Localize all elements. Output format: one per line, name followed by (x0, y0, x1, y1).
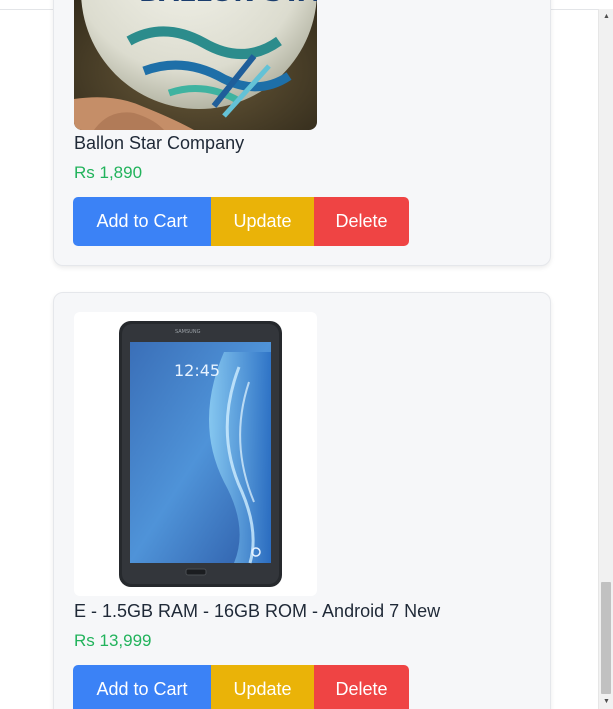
product-price: Rs 13,999 (74, 631, 152, 650)
product-image-football[interactable]: BALLON STAR (74, 0, 317, 130)
product-card: BALLON STAR Ballon Star Company Rs 1,890… (53, 0, 551, 266)
product-list-viewport: BALLON STAR Ballon Star Company Rs 1,890… (0, 0, 613, 709)
delete-button[interactable]: Delete (314, 665, 409, 709)
triangle-up-icon[interactable]: ▲ (599, 9, 613, 24)
product-actions: Add to Cart Update Delete (73, 665, 409, 709)
triangle-down-icon[interactable]: ▼ (599, 694, 613, 709)
delete-button[interactable]: Delete (314, 197, 409, 246)
add-to-cart-button[interactable]: Add to Cart (73, 665, 211, 709)
product-name: Ballon Star Company (74, 133, 245, 153)
svg-text:SAMSUNG: SAMSUNG (175, 329, 201, 335)
scrollbar-thumb[interactable] (601, 582, 611, 694)
product-image-tablet[interactable]: SAMSUNG 12:45 (74, 312, 317, 596)
add-to-cart-button[interactable]: Add to Cart (73, 197, 211, 246)
product-card: SAMSUNG 12:45 E - 1.5GB RAM - 16GB ROM -… (53, 292, 551, 709)
product-price: Rs 1,890 (74, 163, 143, 182)
update-button[interactable]: Update (211, 665, 314, 709)
update-button[interactable]: Update (211, 197, 314, 246)
svg-text:12:45: 12:45 (174, 361, 220, 380)
tablet-image: SAMSUNG 12:45 (119, 321, 282, 587)
vertical-scrollbar[interactable]: ▲ ▼ (598, 9, 613, 709)
football-image: BALLON STAR (74, 0, 317, 130)
svg-text:BALLON STAR: BALLON STAR (139, 0, 317, 8)
product-actions: Add to Cart Update Delete (73, 197, 409, 246)
product-name: E - 1.5GB RAM - 16GB ROM - Android 7 New (74, 601, 441, 621)
